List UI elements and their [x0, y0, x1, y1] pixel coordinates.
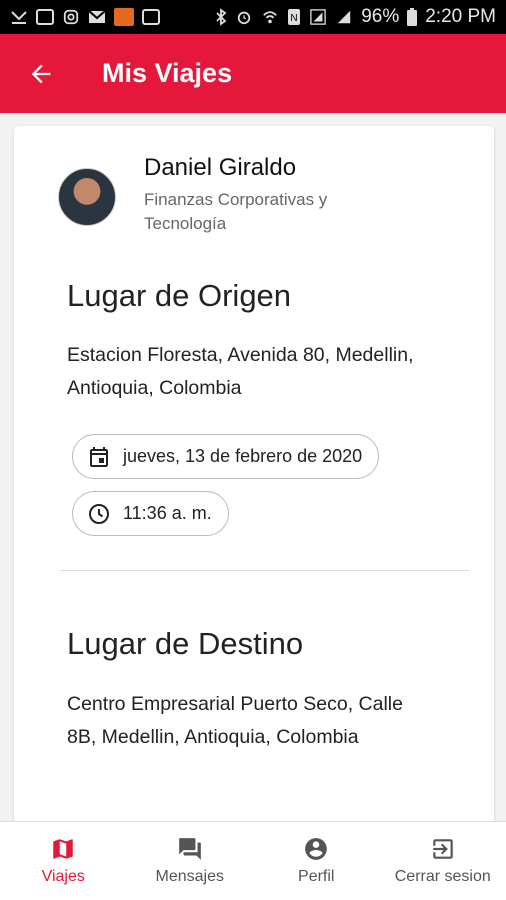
trip-content[interactable]: Daniel Giraldo Finanzas Corporativas y T… — [0, 113, 506, 821]
bluetooth-icon — [216, 8, 227, 26]
logout-icon — [433, 839, 453, 859]
trip-card: Daniel Giraldo Finanzas Corporativas y T… — [14, 126, 494, 821]
avatar — [58, 168, 116, 226]
instagram-icon — [63, 9, 79, 25]
gmail-icon — [88, 10, 106, 23]
origin-title: Lugar de Origen — [67, 278, 292, 313]
svg-text:N: N — [291, 13, 298, 24]
system-icons: N 96% 2:20 PM — [215, 6, 496, 28]
data-signal-icon — [310, 9, 326, 25]
voicemail-icon — [142, 9, 160, 25]
bottom-navigation: Viajes Mensajes Perfil Cerrar sesion — [0, 821, 506, 900]
nav-item-viajes[interactable]: Viajes — [0, 822, 127, 900]
origin-address: Estacion Floresta, Avenida 80, Medellin,… — [67, 344, 414, 399]
notification-icons — [10, 8, 160, 26]
origin-date-chip[interactable]: jueves, 13 de febrero de 2020 — [72, 434, 380, 479]
nav-label-cerrar-sesion: Cerrar sesion — [394, 868, 491, 885]
destination-title: Lugar de Destino — [67, 626, 304, 661]
cell-signal-icon — [337, 10, 351, 24]
profile-icon — [305, 838, 328, 860]
nav-item-perfil[interactable]: Perfil — [253, 822, 380, 900]
nav-item-cerrar-sesion[interactable]: Cerrar sesion — [380, 822, 506, 900]
missed-call-icon — [11, 11, 27, 24]
user-profile: Daniel Giraldo Finanzas Corporativas y T… — [58, 154, 384, 236]
nfc-icon: N — [288, 9, 301, 25]
app-notification-icon — [114, 8, 134, 26]
calendar-icon — [90, 446, 108, 467]
map-icon — [53, 839, 73, 859]
origin-time: 11:36 a. m. — [123, 503, 212, 523]
page-title: Mis Viajes — [102, 58, 233, 88]
status-bar: N 96% 2:20 PM — [0, 0, 506, 34]
user-department: Finanzas Corporativas y Tecnología — [144, 190, 328, 233]
section-divider — [60, 570, 470, 571]
clock-icon — [89, 503, 109, 524]
battery-icon — [407, 8, 418, 26]
nav-label-perfil: Perfil — [298, 868, 335, 885]
image-icon — [36, 9, 54, 25]
clock: 2:20 PM — [425, 6, 496, 27]
nav-label-mensajes: Mensajes — [155, 868, 224, 885]
back-button[interactable] — [24, 57, 58, 91]
wifi-call-icon — [263, 11, 278, 24]
nav-item-mensajes[interactable]: Mensajes — [127, 822, 254, 900]
origin-time-chip[interactable]: 11:36 a. m. — [72, 491, 229, 536]
app-bar: Mis Viajes — [0, 34, 506, 113]
origin-date: jueves, 13 de febrero de 2020 — [123, 446, 363, 466]
battery-percent: 96% — [361, 6, 400, 27]
nav-label-viajes: Viajes — [41, 868, 85, 885]
destination-address: Centro Empresarial Puerto Seco, Calle 8B… — [67, 693, 403, 748]
alarm-icon — [237, 11, 251, 25]
messages-icon — [178, 838, 201, 860]
user-name: Daniel Giraldo — [144, 154, 297, 181]
arrow-back-icon — [31, 64, 51, 83]
